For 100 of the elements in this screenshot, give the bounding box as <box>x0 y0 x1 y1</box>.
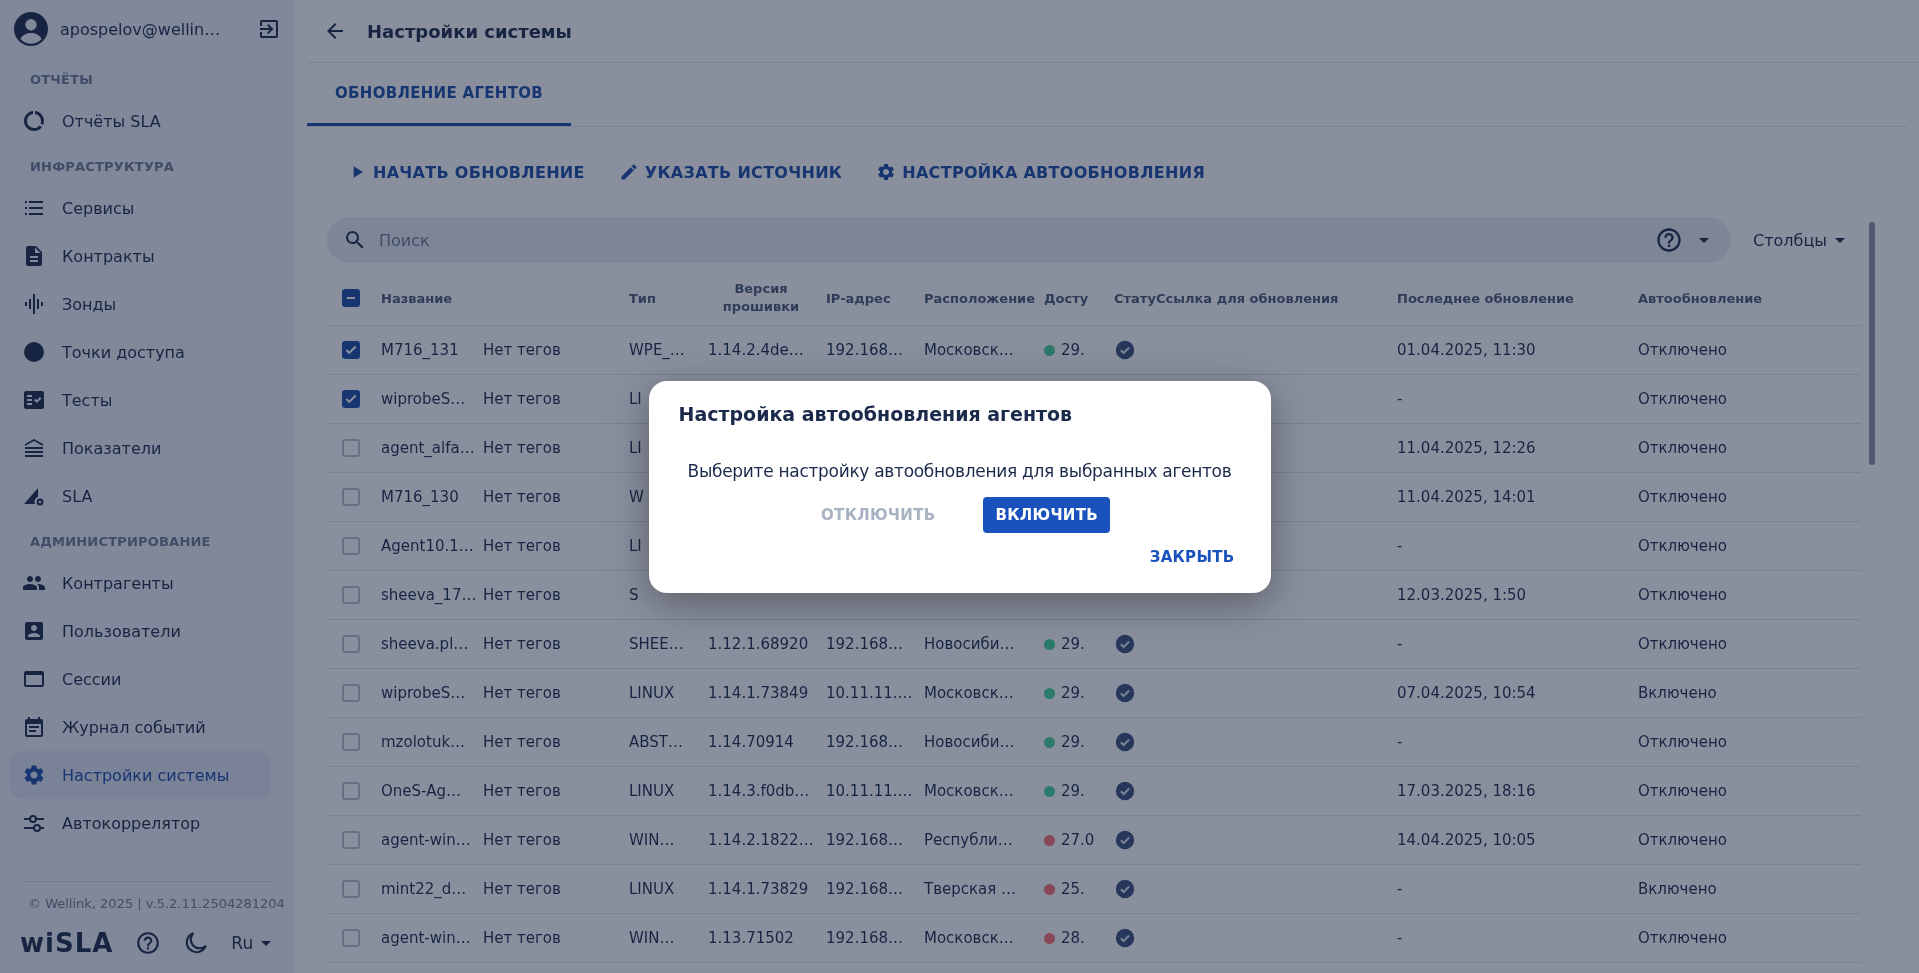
table-cell: LI <box>629 390 642 408</box>
checkbox[interactable] <box>342 586 360 604</box>
table-cell: 29. <box>1061 684 1085 702</box>
nav-item[interactable]: Точки доступа <box>10 328 271 376</box>
table-cell: Отключено <box>1638 439 1727 457</box>
table-cell: 1.14.1.73849 <box>708 684 809 702</box>
table-cell: 1.14.1.73829 <box>708 880 809 898</box>
table-cell: Нет тегов <box>483 341 561 359</box>
nav-item[interactable]: Сессии <box>10 655 271 703</box>
checkbox[interactable] <box>342 537 360 555</box>
scrollbar[interactable] <box>1869 222 1875 465</box>
language-select[interactable]: Ru <box>231 933 272 953</box>
table-cell: Включено <box>1638 880 1717 898</box>
nav-item[interactable]: SLA <box>10 472 271 520</box>
column-header[interactable]: Ссылка для обновления <box>1156 290 1339 306</box>
table-cell: Нет тегов <box>483 880 561 898</box>
checkbox[interactable] <box>342 782 360 800</box>
page-title: Настройки системы <box>367 20 572 42</box>
checkbox[interactable] <box>342 929 360 947</box>
table-cell: agent_alfa… <box>381 439 475 457</box>
table-cell: Нет тегов <box>483 929 561 947</box>
table-cell: Нет тегов <box>483 390 561 408</box>
logo: wiSLA <box>20 928 114 958</box>
table-cell: 1.14.2.4de… <box>708 341 804 359</box>
table-cell: Отключено <box>1638 537 1727 555</box>
columns-button[interactable]: Столбцы <box>1753 230 1845 250</box>
checkbox[interactable] <box>342 341 360 359</box>
table-cell: Московск… <box>924 341 1014 359</box>
tab[interactable]: ОБНОВЛЕНИЕ АГЕНТОВ <box>307 63 571 126</box>
table-cell: Отключено <box>1638 586 1727 604</box>
checkbox[interactable] <box>342 831 360 849</box>
table-cell: 1.14.70914 <box>708 733 794 751</box>
check-circle-icon <box>1114 780 1136 802</box>
nav-item[interactable]: Тесты <box>10 376 271 424</box>
section-title: АДМИНИСТРИРОВАНИЕ <box>29 533 212 551</box>
help-button[interactable] <box>135 930 162 956</box>
table-cell: Отключено <box>1638 782 1727 800</box>
check-circle-icon <box>1114 829 1136 851</box>
nav-item[interactable]: Контрагенты <box>10 559 271 607</box>
action-button[interactable]: НАЧАТЬ ОБНОВЛЕНИЕ <box>347 162 585 182</box>
action-button[interactable]: НАСТРОЙКА АВТООБНОВЛЕНИЯ <box>876 162 1206 182</box>
check-circle-icon <box>1114 339 1136 361</box>
enable-button[interactable]: ВКЛЮЧИТЬ <box>983 496 1110 533</box>
table-cell: 29. <box>1061 782 1085 800</box>
column-header[interactable]: Тип <box>629 290 656 306</box>
table-cell: wiprobeS… <box>381 684 466 702</box>
nav-item[interactable]: Пользователи <box>10 607 271 655</box>
table-cell: 192.168… <box>826 880 904 898</box>
checkbox[interactable] <box>342 390 360 408</box>
table-cell: 192.168… <box>826 831 904 849</box>
checkbox[interactable] <box>342 439 360 457</box>
table-cell: - <box>1397 390 1403 408</box>
column-header[interactable]: Досту <box>1044 290 1089 306</box>
waveform-icon <box>22 292 46 316</box>
nav-item[interactable]: Журнал событий <box>10 703 271 751</box>
column-header[interactable]: Расположение <box>924 290 1036 306</box>
nav-item[interactable]: Отчёты SLA <box>10 97 271 145</box>
table-cell: Нет тегов <box>483 831 561 849</box>
table-cell: 17.03.2025, 18:16 <box>1397 782 1536 800</box>
checkbox[interactable] <box>342 635 360 653</box>
action-button[interactable]: УКАЗАТЬ ИСТОЧНИК <box>618 162 843 182</box>
user-email: apospelov@wellin… <box>60 19 222 39</box>
checkbox[interactable] <box>342 684 360 702</box>
nav-item[interactable]: Сервисы <box>10 184 271 232</box>
column-header[interactable]: Название <box>381 290 453 306</box>
column-header[interactable]: IP-адрес <box>826 290 891 306</box>
table-cell: 14.04.2025, 10:05 <box>1397 831 1536 849</box>
circle-icon <box>22 340 46 364</box>
close-button[interactable]: ЗАКРЫТЬ <box>1137 538 1247 575</box>
table-cell: - <box>1397 929 1403 947</box>
table-cell: WIN… <box>629 831 675 849</box>
table-cell: Отключено <box>1638 733 1727 751</box>
column-header[interactable]: Стату <box>1114 290 1156 306</box>
table-cell: Нет тегов <box>483 684 561 702</box>
dialog-title: Настройка автообновления агентов <box>678 402 1074 425</box>
table-cell: Agent10.1… <box>381 537 474 555</box>
nav-item[interactable]: Автокоррелятор <box>10 799 271 847</box>
logout-button[interactable] <box>257 17 281 41</box>
theme-button[interactable] <box>183 930 210 956</box>
nav-item[interactable]: Контракты <box>10 232 271 280</box>
table-cell: 01.04.2025, 11:30 <box>1397 341 1536 359</box>
search-field[interactable]: Поиск <box>327 217 1731 263</box>
search-input[interactable]: Поиск <box>377 229 1645 251</box>
user-card-icon <box>22 619 46 643</box>
table-cell: Нет тегов <box>483 635 561 653</box>
nav-item[interactable]: Настройки системы <box>10 751 271 799</box>
table-cell: Новосиби… <box>924 733 1015 751</box>
checkbox[interactable] <box>342 880 360 898</box>
table-cell: Московск… <box>924 684 1014 702</box>
checkbox[interactable] <box>342 289 360 307</box>
checkmark-icon <box>344 343 358 357</box>
nav-item[interactable]: Показатели <box>10 424 271 472</box>
table-cell: Нет тегов <box>483 782 561 800</box>
column-header[interactable]: Автообновление <box>1638 290 1763 306</box>
table-cell: Нет тегов <box>483 439 561 457</box>
checkbox[interactable] <box>342 733 360 751</box>
column-header[interactable]: Версия прошивки <box>712 280 810 316</box>
nav-item[interactable]: Зонды <box>10 280 271 328</box>
column-header[interactable]: Последнее обновление <box>1397 290 1574 306</box>
checkbox[interactable] <box>342 488 360 506</box>
